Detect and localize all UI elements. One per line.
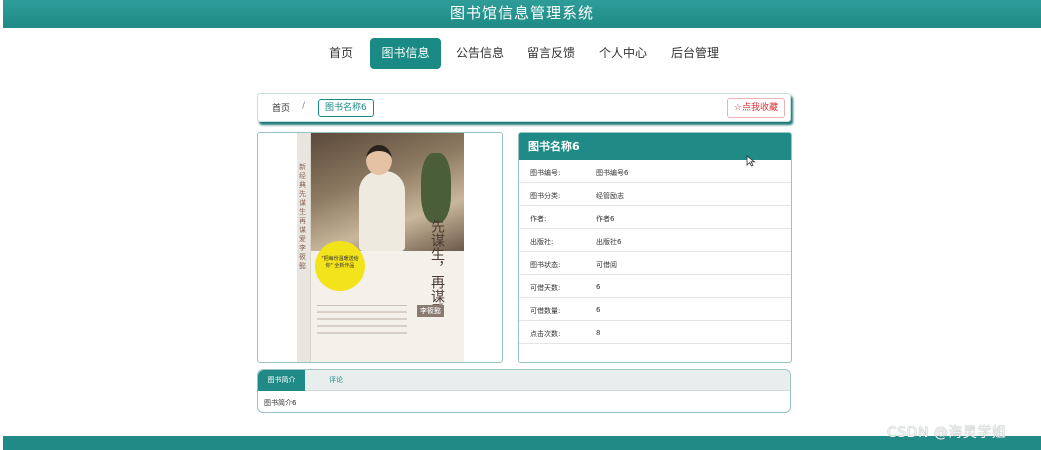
cover-blurb-line: [317, 318, 407, 320]
book-cover-image: 新经典 先谋生 再谋爱 李筱懿 "把每份温暖送给你" 全新作品 先谋生，再谋爱 …: [297, 133, 464, 362]
info-value: 6: [596, 306, 601, 314]
cover-sticker-text: "把每份温暖送给你" 全新作品: [321, 256, 359, 269]
tabs-bar: 图书简介 评论: [258, 370, 790, 391]
cover-person-head: [366, 145, 392, 175]
info-value: 出版社6: [596, 238, 622, 246]
cover-title: 先谋生，再谋爱: [429, 219, 445, 317]
main-nav: 首页 图书信息 公告信息 留言反馈 个人中心 后台管理: [0, 38, 1041, 70]
cover-blurb: [317, 305, 407, 345]
info-row: 图书分类: 经管励志: [519, 183, 791, 206]
cover-author: 李筱懿: [417, 305, 444, 317]
nav-item-feedback[interactable]: 留言反馈: [521, 38, 581, 69]
nav-item-admin[interactable]: 后台管理: [665, 38, 725, 69]
cover-blurb-line: [317, 311, 407, 313]
nav-item-books[interactable]: 图书信息: [370, 38, 441, 69]
info-row: 出版社: 出版社6: [519, 229, 791, 252]
footer-bar: [3, 436, 1041, 450]
breadcrumb-home-link[interactable]: 首页: [272, 101, 290, 114]
info-row: 作者: 作者6: [519, 206, 791, 229]
breadcrumb-separator: /: [302, 101, 306, 111]
tab-comments[interactable]: 评论: [318, 370, 354, 391]
cover-blurb-line: [317, 332, 407, 334]
app-title: 图书馆信息管理系统: [449, 4, 594, 22]
info-row: 可借天数: 6: [519, 275, 791, 298]
info-value: 8: [596, 329, 601, 337]
watermark: CSDN @海灵学姐: [887, 425, 1007, 441]
info-label: 出版社:: [530, 238, 554, 246]
info-row: 图书状态: 可借阅: [519, 252, 791, 275]
page: 图书馆信息管理系统 首页 图书信息 公告信息 留言反馈 个人中心 后台管理 首页…: [0, 0, 1041, 450]
info-value: 经管励志: [596, 192, 624, 200]
app-header: 图书馆信息管理系统: [3, 0, 1041, 28]
detail-tabs: 图书简介 评论 图书简介6: [257, 369, 791, 413]
info-value: 6: [596, 283, 601, 291]
info-label: 可借天数:: [530, 284, 561, 292]
info-label: 点击次数:: [530, 330, 561, 338]
info-label: 图书状态:: [530, 261, 561, 269]
cover-sticker: "把每份温暖送给你" 全新作品: [315, 241, 365, 291]
book-cover-panel: 新经典 先谋生 再谋爱 李筱懿 "把每份温暖送给你" 全新作品 先谋生，再谋爱 …: [257, 132, 503, 363]
info-row: 可借数量: 6: [519, 298, 791, 321]
favorite-button[interactable]: ☆点我收藏: [726, 98, 785, 118]
mouse-cursor-icon: [746, 155, 756, 167]
info-label: 作者:: [530, 215, 547, 223]
info-value: 图书编号6: [596, 169, 629, 177]
breadcrumb: 首页 / 图书名称6 ☆点我收藏: [257, 93, 791, 122]
cover-blurb-line: [317, 325, 407, 327]
cover-person-body: [359, 171, 405, 251]
info-value: 可借阅: [596, 261, 617, 269]
info-value: 作者6: [596, 215, 615, 223]
cover-plant: [421, 153, 451, 223]
tab-book-intro[interactable]: 图书简介: [258, 370, 305, 391]
info-label: 图书分类:: [530, 192, 561, 200]
nav-item-notices[interactable]: 公告信息: [450, 38, 510, 69]
book-spine: 新经典 先谋生 再谋爱 李筱懿: [297, 133, 311, 362]
nav-item-home[interactable]: 首页: [320, 38, 362, 69]
nav-item-profile[interactable]: 个人中心: [593, 38, 653, 69]
breadcrumb-current: 图书名称6: [318, 99, 374, 117]
spine-text: 新经典 先谋生 再谋爱 李筱懿: [299, 163, 306, 270]
info-row: 点击次数: 8: [519, 321, 791, 344]
tab-content: 图书简介6: [264, 399, 297, 407]
info-label: 图书编号:: [530, 169, 561, 177]
info-label: 可借数量:: [530, 307, 561, 315]
